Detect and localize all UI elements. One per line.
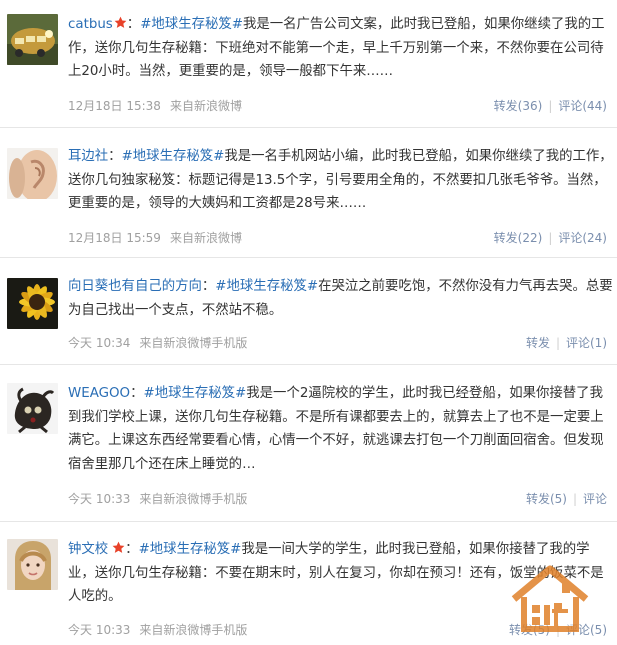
- colon: ：: [201, 279, 216, 294]
- comment-button[interactable]: 评论(44): [558, 99, 607, 113]
- post-actions: 转发(5) | 评论: [526, 490, 607, 508]
- post-actions: 转发(36) | 评论(44): [494, 97, 607, 115]
- action-separator: |: [555, 336, 560, 350]
- post-item: 向日葵也有自己的方向：#地球生存秘笈#在哭泣之前要吃饱，不然你没有力气再去哭。总…: [0, 258, 617, 365]
- topic-link[interactable]: #地球生存秘笈#: [215, 279, 318, 294]
- colon: ：: [126, 17, 141, 32]
- colon: ：: [125, 542, 139, 557]
- repost-button[interactable]: 转发(22): [494, 231, 543, 245]
- post-item: WEAGOO：#地球生存秘笈#我是一个2逼院校的学生，此时我已经登船，如果你接替…: [0, 365, 617, 522]
- post-actions: 转发(22) | 评论(24): [494, 229, 607, 247]
- post-meta: 12月18日 15:38 来自新浪微博 转发(36) | 评论(44): [68, 97, 607, 115]
- house-logo-watermark: [508, 563, 592, 635]
- avatar[interactable]: [7, 148, 58, 199]
- timestamp[interactable]: 12月18日 15:59: [68, 231, 161, 245]
- topic-link[interactable]: #地球生存秘笈#: [122, 149, 225, 164]
- timestamp[interactable]: 12月18日 15:38: [68, 99, 161, 113]
- source-label[interactable]: 来自新浪微博手机版: [139, 336, 247, 350]
- red-star-icon: [112, 539, 125, 553]
- author-link[interactable]: WEAGOO: [68, 386, 130, 401]
- post-content: 向日葵也有自己的方向：#地球生存秘笈#在哭泣之前要吃饱，不然你没有力气再去哭。总…: [68, 275, 613, 322]
- topic-link[interactable]: #地球生存秘笈#: [143, 386, 246, 401]
- source-label[interactable]: 来自新浪微博手机版: [139, 623, 247, 637]
- avatar[interactable]: [7, 278, 58, 329]
- author-link[interactable]: 钟文校: [68, 542, 108, 557]
- post-meta: 今天 10:34 来自新浪微博手机版 转发 | 评论(1): [68, 334, 607, 352]
- avatar[interactable]: [7, 383, 58, 434]
- repost-button[interactable]: 转发: [526, 336, 550, 350]
- comment-button[interactable]: 评论: [583, 492, 607, 506]
- post-content: 耳边社：#地球生存秘笈#我是一名手机网站小编，此时我已登船，如果你继续了我的工作…: [68, 145, 613, 216]
- post-item: catbus ：#地球生存秘笈#我是一名广告公司文案，此时我已登船，如果你继续了我…: [0, 0, 617, 128]
- colon: ：: [130, 386, 144, 401]
- post-item: 耳边社：#地球生存秘笈#我是一名手机网站小编，此时我已登船，如果你继续了我的工作…: [0, 128, 617, 258]
- post-meta: 今天 10:33 来自新浪微博手机版 转发(5) | 评论: [68, 490, 607, 508]
- topic-link[interactable]: #地球生存秘笈#: [139, 542, 242, 557]
- weibo-feed: catbus ：#地球生存秘笈#我是一名广告公司文案，此时我已登船，如果你继续了我…: [0, 0, 617, 645]
- topic-link[interactable]: #地球生存秘笈#: [140, 17, 243, 32]
- red-star-icon: [114, 14, 127, 28]
- colon: ：: [108, 149, 122, 164]
- action-separator: |: [548, 99, 553, 113]
- source-label[interactable]: 来自新浪微博: [170, 99, 242, 113]
- post-content: WEAGOO：#地球生存秘笈#我是一个2逼院校的学生，此时我已经登船，如果你接替…: [68, 382, 613, 476]
- comment-button[interactable]: 评论(1): [566, 336, 607, 350]
- author-link[interactable]: 耳边社: [68, 149, 108, 164]
- post-content: catbus ：#地球生存秘笈#我是一名广告公司文案，此时我已登船，如果你继续了我…: [68, 13, 613, 84]
- timestamp[interactable]: 今天 10:34: [68, 336, 130, 350]
- repost-button[interactable]: 转发(36): [494, 99, 543, 113]
- avatar[interactable]: [7, 539, 58, 590]
- author-link[interactable]: catbus: [68, 17, 113, 32]
- timestamp[interactable]: 今天 10:33: [68, 623, 130, 637]
- action-separator: |: [572, 492, 577, 506]
- source-label[interactable]: 来自新浪微博手机版: [139, 492, 247, 506]
- post-actions: 转发 | 评论(1): [526, 334, 607, 352]
- comment-button[interactable]: 评论(24): [558, 231, 607, 245]
- post-meta: 12月18日 15:59 来自新浪微博 转发(22) | 评论(24): [68, 229, 607, 247]
- timestamp[interactable]: 今天 10:33: [68, 492, 130, 506]
- source-label[interactable]: 来自新浪微博: [170, 231, 242, 245]
- action-separator: |: [548, 231, 553, 245]
- author-link[interactable]: 向日葵也有自己的方向: [68, 279, 202, 294]
- avatar[interactable]: [7, 14, 58, 65]
- repost-button[interactable]: 转发(5): [526, 492, 567, 506]
